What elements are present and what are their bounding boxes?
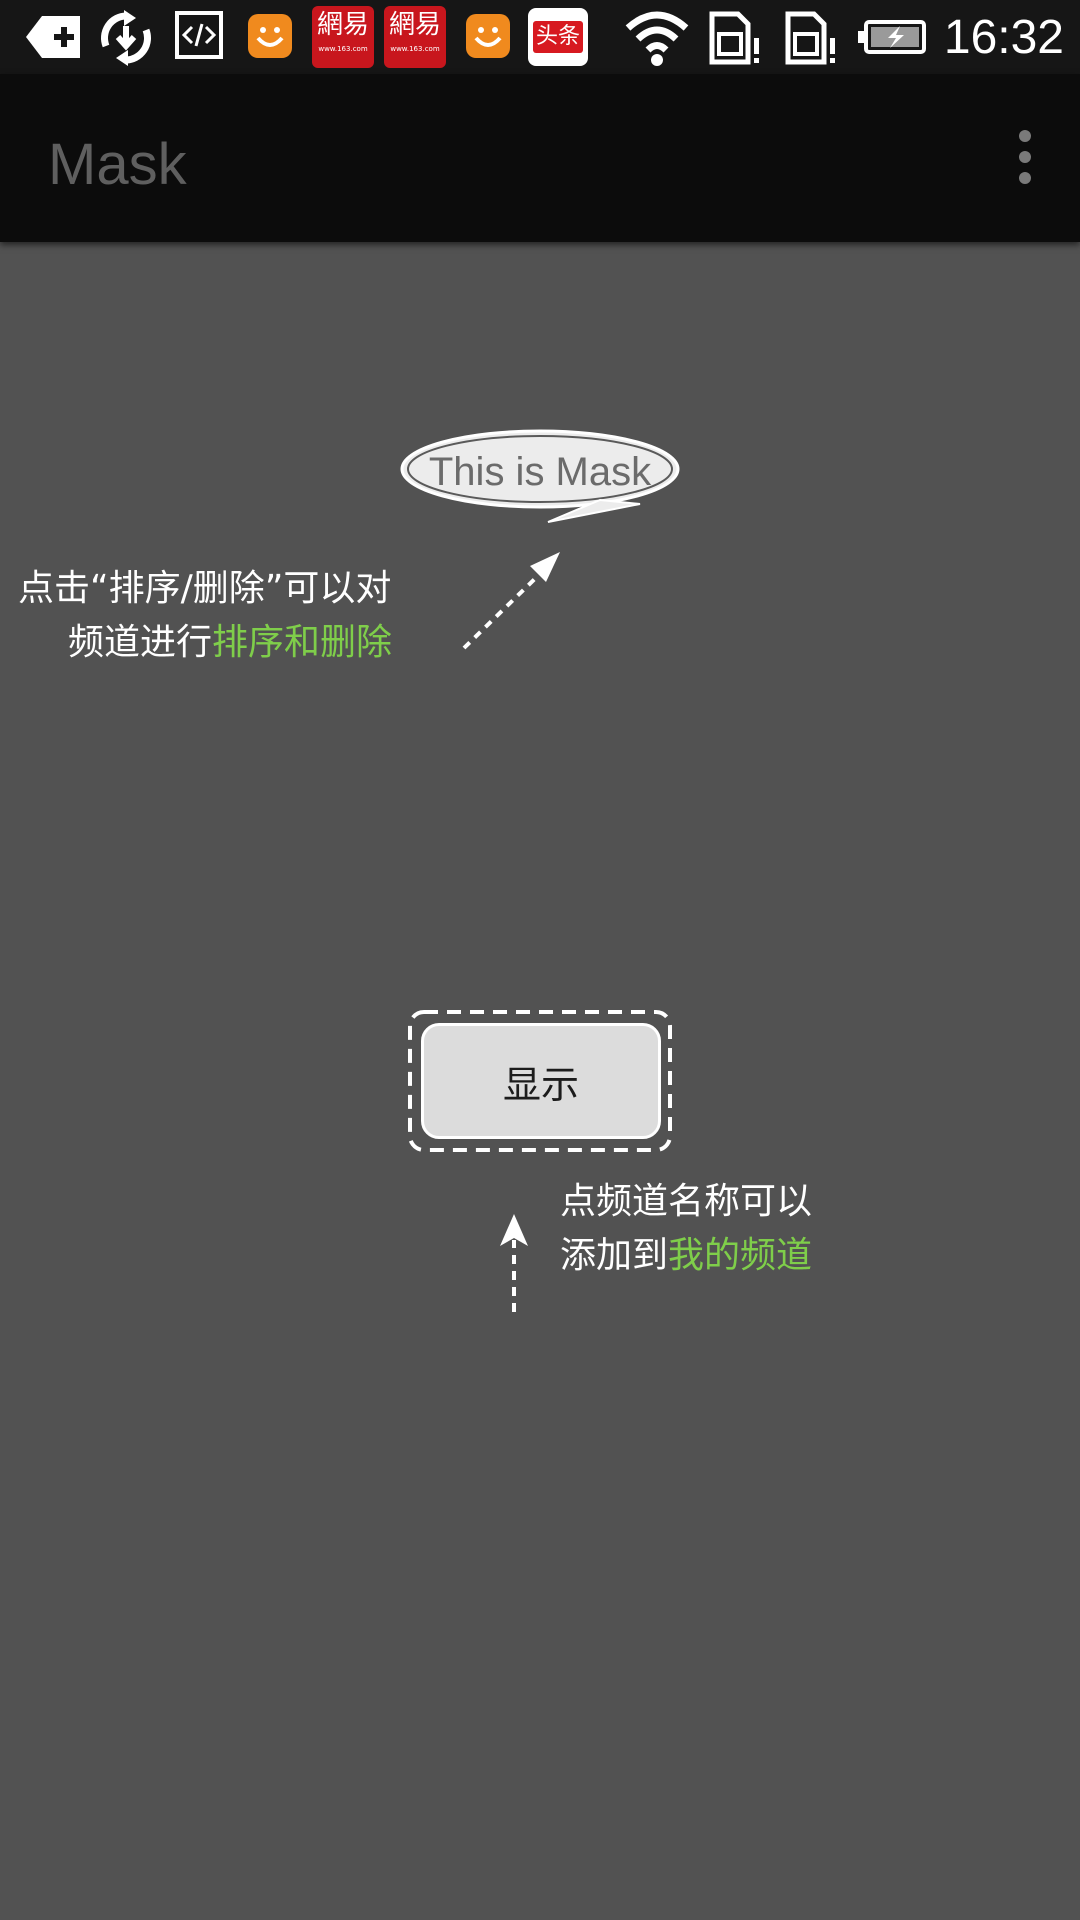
add-hint-line2: 添加到我的频道 [560, 1229, 812, 1283]
bubble-text: This is Mask [428, 450, 652, 494]
sort-hint-line2: 频道进行排序和删除 [18, 616, 392, 670]
add-hint-highlight: 我的频道 [668, 1235, 813, 1276]
add-hint-prefix: 添加到 [560, 1235, 669, 1276]
add-hint-line1: 点频道名称可以 [560, 1181, 813, 1222]
sort-hint-highlight: 排序和删除 [212, 622, 393, 663]
dotted-arrow-icon [462, 552, 560, 650]
show-button[interactable]: 显示 [421, 1023, 661, 1139]
sort-hint: 点击“排序/删除”可以对 频道进行排序和删除 [18, 562, 392, 670]
sort-hint-prefix: 频道进行 [68, 622, 213, 663]
sort-hint-line1: 点击“排序/删除”可以对 [18, 568, 392, 609]
mask-overlay-graphics [400, 429, 680, 1312]
dotted-arrow-up-icon [500, 1214, 528, 1312]
add-hint: 点频道名称可以 添加到我的频道 [560, 1175, 812, 1283]
